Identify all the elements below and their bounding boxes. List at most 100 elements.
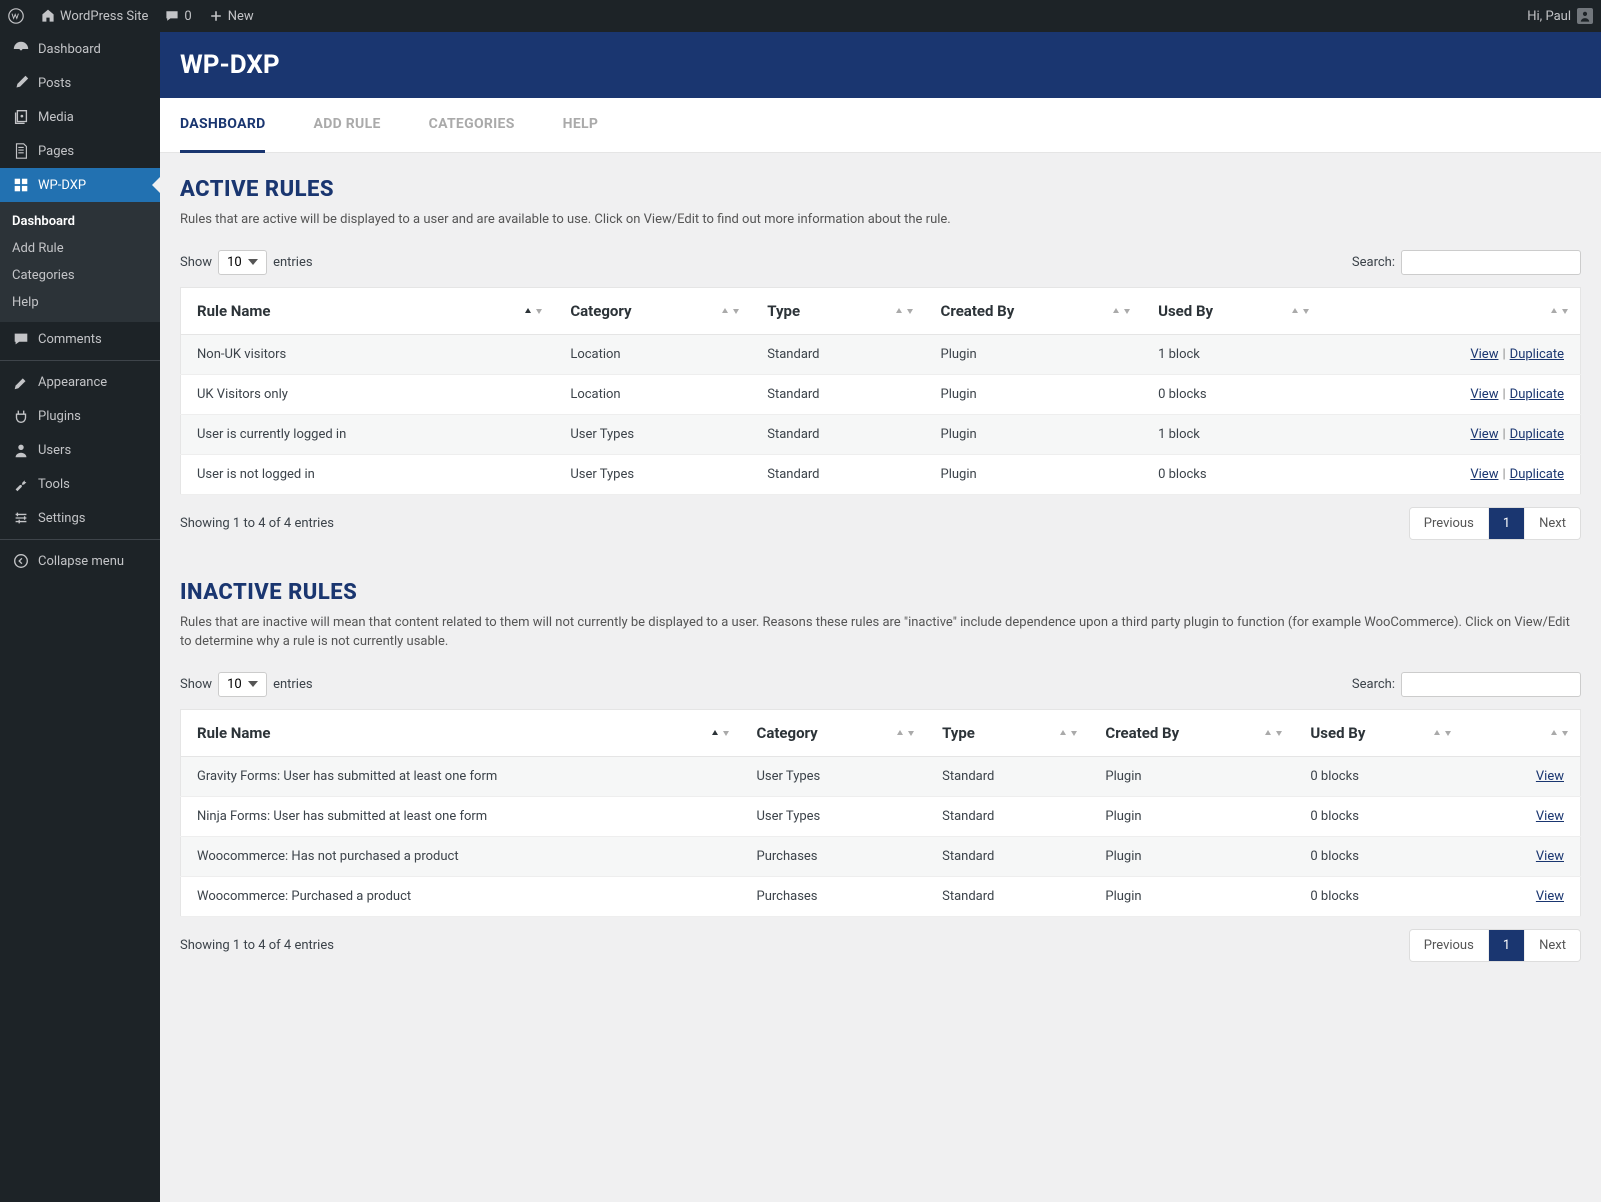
page-next[interactable]: Next	[1524, 508, 1580, 539]
cell-name: Gravity Forms: User has submitted at lea…	[181, 756, 741, 796]
cell-used-by: 0 blocks	[1142, 454, 1321, 494]
table-row: Ninja Forms: User has submitted at least…	[181, 796, 1581, 836]
tab-help[interactable]: HELP	[563, 98, 599, 152]
col-used-by[interactable]: Used By	[1142, 287, 1321, 334]
col-category[interactable]: Category	[741, 709, 927, 756]
sidebar-item-label: Settings	[38, 511, 85, 526]
sidebar-item-users[interactable]: Users	[0, 433, 160, 467]
cell-used-by: 0 blocks	[1294, 876, 1463, 916]
cell-used-by: 0 blocks	[1294, 756, 1463, 796]
sidebar-item-plugins[interactable]: Plugins	[0, 399, 160, 433]
toolbar-greeting[interactable]: Hi, Paul	[1527, 9, 1571, 24]
page-next[interactable]: Next	[1524, 930, 1580, 961]
page-length-select[interactable]: 10	[218, 672, 267, 697]
cell-type: Standard	[751, 454, 924, 494]
col-rule-name[interactable]: Rule Name	[181, 709, 741, 756]
cell-type: Standard	[751, 414, 924, 454]
col-created-by[interactable]: Created By	[1089, 709, 1294, 756]
col-type[interactable]: Type	[751, 287, 924, 334]
active-rules-table: Rule Name Category Type Created By Used …	[180, 287, 1581, 495]
inactive-rules-table: Rule Name Category Type Created By Used …	[180, 709, 1581, 917]
entries-label: entries	[273, 677, 313, 692]
view-link[interactable]: View	[1536, 889, 1564, 904]
cell-type: Standard	[926, 756, 1089, 796]
cell-actions: View|Duplicate	[1321, 334, 1580, 374]
table-row: User is currently logged inUser TypesSta…	[181, 414, 1581, 454]
sidebar-item-label: Tools	[38, 477, 70, 492]
search-input[interactable]	[1401, 672, 1581, 697]
submenu-help[interactable]: Help	[0, 289, 160, 316]
cell-name: Ninja Forms: User has submitted at least…	[181, 796, 741, 836]
col-created-by[interactable]: Created By	[925, 287, 1143, 334]
pagination: Previous 1 Next	[1409, 929, 1581, 962]
col-used-by[interactable]: Used By	[1294, 709, 1463, 756]
cell-name: UK Visitors only	[181, 374, 555, 414]
cell-used-by: 1 block	[1142, 414, 1321, 454]
cell-category: Purchases	[741, 836, 927, 876]
page-prev[interactable]: Previous	[1410, 508, 1488, 539]
toolbar-comments-count: 0	[184, 9, 191, 24]
col-type[interactable]: Type	[926, 709, 1089, 756]
wp-logo-icon[interactable]	[8, 8, 24, 24]
toolbar-site[interactable]: WordPress Site	[40, 8, 148, 24]
col-rule-name[interactable]: Rule Name	[181, 287, 555, 334]
toolbar-comments[interactable]: 0	[164, 8, 191, 24]
sidebar-item-label: Users	[38, 443, 71, 458]
submenu-dashboard[interactable]: Dashboard	[0, 208, 160, 235]
tab-add-rule[interactable]: ADD RULE	[313, 98, 380, 152]
duplicate-link[interactable]: Duplicate	[1510, 467, 1564, 482]
table-row: Woocommerce: Purchased a productPurchase…	[181, 876, 1581, 916]
sidebar-item-tools[interactable]: Tools	[0, 467, 160, 501]
toolbar-new[interactable]: New	[208, 8, 254, 24]
cell-name: Woocommerce: Has not purchased a product	[181, 836, 741, 876]
page-header: WP-DXP	[160, 32, 1601, 98]
show-label: Show	[180, 677, 212, 692]
page-1[interactable]: 1	[1488, 930, 1524, 961]
sidebar-item-pages[interactable]: Pages	[0, 134, 160, 168]
sidebar-item-settings[interactable]: Settings	[0, 501, 160, 535]
sidebar-item-wpdxp[interactable]: WP-DXP	[0, 168, 160, 202]
sidebar-item-appearance[interactable]: Appearance	[0, 365, 160, 399]
sidebar-item-comments[interactable]: Comments	[0, 322, 160, 356]
page-length-select[interactable]: 10	[218, 250, 267, 275]
view-link[interactable]: View	[1470, 467, 1498, 482]
view-link[interactable]: View	[1470, 427, 1498, 442]
duplicate-link[interactable]: Duplicate	[1510, 427, 1564, 442]
cell-category: Location	[554, 334, 751, 374]
cell-used-by: 0 blocks	[1294, 836, 1463, 876]
duplicate-link[interactable]: Duplicate	[1510, 387, 1564, 402]
view-link[interactable]: View	[1470, 387, 1498, 402]
page-1[interactable]: 1	[1488, 508, 1524, 539]
sidebar-item-label: Posts	[38, 76, 71, 91]
avatar[interactable]	[1577, 8, 1593, 24]
toolbar-site-name: WordPress Site	[60, 9, 148, 24]
tab-categories[interactable]: CATEGORIES	[429, 98, 515, 152]
col-category[interactable]: Category	[554, 287, 751, 334]
view-link[interactable]: View	[1536, 849, 1564, 864]
toolbar-new-label: New	[228, 9, 254, 24]
cell-actions: View|Duplicate	[1321, 454, 1580, 494]
search-label: Search:	[1352, 255, 1395, 270]
view-link[interactable]: View	[1536, 769, 1564, 784]
tab-dashboard[interactable]: DASHBOARD	[180, 98, 265, 153]
sidebar-collapse[interactable]: Collapse menu	[0, 544, 160, 578]
cell-category: User Types	[554, 414, 751, 454]
cell-used-by: 1 block	[1142, 334, 1321, 374]
sidebar-item-label: Media	[38, 110, 74, 125]
sidebar-item-media[interactable]: Media	[0, 100, 160, 134]
cell-created-by: Plugin	[925, 414, 1143, 454]
section-active-rules: ACTIVE RULES Rules that are active will …	[180, 177, 1581, 540]
view-link[interactable]: View	[1470, 347, 1498, 362]
cell-category: User Types	[741, 756, 927, 796]
sidebar-item-posts[interactable]: Posts	[0, 66, 160, 100]
submenu-categories[interactable]: Categories	[0, 262, 160, 289]
cell-name: Woocommerce: Purchased a product	[181, 876, 741, 916]
sidebar-item-dashboard[interactable]: Dashboard	[0, 32, 160, 66]
search-input[interactable]	[1401, 250, 1581, 275]
col-actions[interactable]	[1463, 709, 1581, 756]
page-prev[interactable]: Previous	[1410, 930, 1488, 961]
view-link[interactable]: View	[1536, 809, 1564, 824]
submenu-add-rule[interactable]: Add Rule	[0, 235, 160, 262]
duplicate-link[interactable]: Duplicate	[1510, 347, 1564, 362]
col-actions[interactable]	[1321, 287, 1580, 334]
